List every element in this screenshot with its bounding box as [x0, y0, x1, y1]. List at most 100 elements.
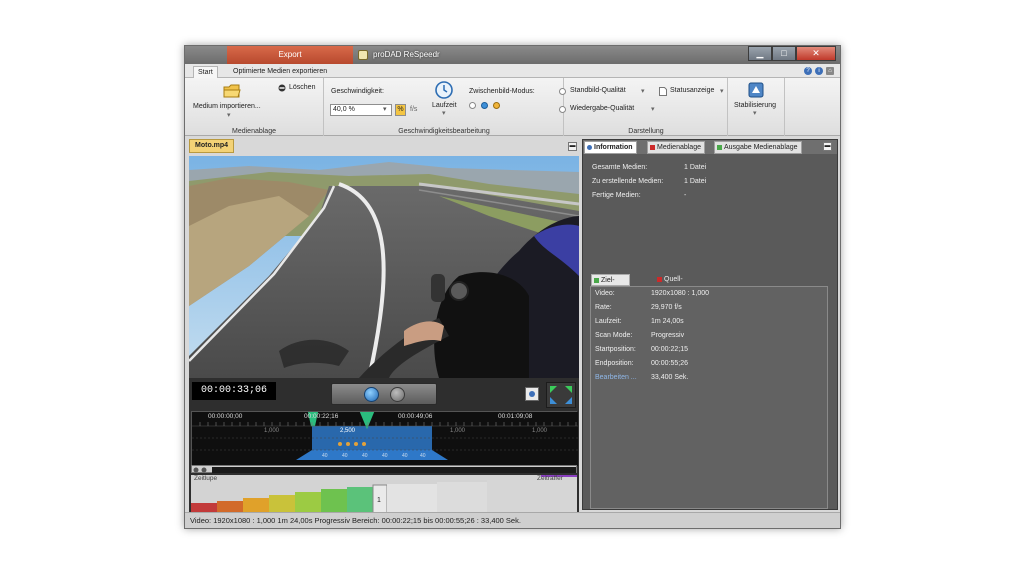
tab-information[interactable]: Information [584, 141, 637, 154]
export-context-tab[interactable]: Export [227, 46, 353, 64]
status-display-dropdown-icon[interactable]: ▾ [720, 87, 724, 95]
player-controls [331, 383, 437, 405]
info-key: Gesamte Medien: [592, 164, 648, 171]
speed-label: Geschwindigkeit: [331, 88, 384, 95]
output-library-icon [717, 145, 722, 150]
media-library-icon [650, 145, 655, 150]
source-media-icon [657, 277, 662, 282]
speed-label-3: 1,000 [532, 428, 548, 434]
playback-quality-dropdown-icon[interactable]: ▾ [651, 105, 655, 113]
fps-mode-button[interactable]: f/s [410, 106, 417, 113]
group-label-medienablage: Medienablage [232, 128, 276, 135]
detail-value: 33,400 Sek. [651, 374, 689, 381]
playback-quality-button[interactable]: Wiedergabe-Qualität [570, 105, 634, 112]
timeline[interactable]: 00:00:00;00 00:00:22;16 00:00:49;06 00:0… [191, 410, 578, 466]
app-logo-icon [358, 50, 368, 60]
video-preview[interactable] [189, 156, 579, 378]
help-icons: ? i ⌂ [804, 67, 834, 75]
interp-mode-option-3[interactable] [493, 102, 500, 109]
detail-key: Video: [595, 290, 615, 297]
status-display-button[interactable]: Statusanzeige [670, 87, 714, 94]
timeline-scrollbar[interactable] [191, 465, 577, 473]
interp-mode-option-2[interactable] [481, 102, 488, 109]
keyframe-label-3: 40 [382, 453, 388, 459]
info-key: Fertige Medien: [592, 192, 641, 199]
import-media-button[interactable]: Medium importieren... [193, 103, 261, 110]
info-icon[interactable]: i [815, 67, 823, 75]
tab-media-library[interactable]: Medienablage [647, 141, 705, 154]
document-icon [659, 87, 667, 96]
options-icon[interactable]: ⌂ [826, 67, 834, 75]
speed-label-0: 1,000 [264, 428, 280, 434]
ruler-label-2: 00:00:49;06 [398, 413, 433, 420]
video-panel-menu-icon[interactable]: ▬ [568, 142, 577, 151]
group-darstellung: Standbild-Qualität ▾ Wiedergabe-Qualität… [559, 78, 728, 136]
snapshot-icon [529, 391, 535, 397]
keyframe-label-2: 40 [362, 453, 368, 459]
detail-key: Startposition: [595, 346, 636, 353]
video-frame-image [189, 156, 579, 378]
ruler-label-0: 00:00:00;00 [208, 413, 243, 420]
close-button[interactable]: ✕ [796, 46, 836, 61]
slow-motion-label: Zeitlupe [194, 475, 218, 482]
timeline-scroll-graphic [193, 467, 576, 473]
detail-value: 29,970 f/s [651, 304, 682, 311]
info-value: 1 Datei [684, 178, 707, 185]
still-quality-dropdown-icon[interactable]: ▾ [641, 87, 645, 95]
speed-dropdown-arrow-icon[interactable]: ▾ [383, 105, 387, 113]
stabilize-button[interactable]: Stabilisierung [734, 102, 776, 109]
speed-label-1: 2,500 [340, 428, 356, 434]
folder-icon[interactable] [223, 83, 241, 99]
play-button[interactable] [364, 387, 379, 402]
minimize-button[interactable]: ▁ [748, 46, 772, 61]
edit-link[interactable]: Bearbeiten ... [595, 374, 637, 381]
info-panel-tabs: Information Medienablage Ausgabe Mediena… [583, 140, 837, 154]
title-bar: Export proDAD ReSpeedr ▁ □ ✕ [185, 46, 840, 64]
interpolation-mode-label: Zwischenbild-Modus: [469, 88, 535, 95]
tab-export-optimized[interactable]: Optimierte Medien exportieren [229, 66, 331, 78]
tab-target-media[interactable]: Ziel-Medium [591, 274, 630, 295]
detail-key: Laufzeit: [595, 318, 622, 325]
import-dropdown-arrow-icon[interactable]: ▾ [227, 111, 231, 119]
selected-speed-value: 1 [377, 497, 381, 504]
info-panel-menu-icon[interactable]: ▬ [823, 142, 832, 151]
stop-button[interactable] [390, 387, 405, 402]
fullscreen-button[interactable] [546, 382, 576, 408]
fullscreen-arrows-icon [550, 386, 572, 404]
playback-quality-icon [559, 106, 566, 113]
speed-curve-panel[interactable]: Zeitlupe Zeitraffer 1 [191, 475, 577, 514]
delete-icon[interactable] [278, 84, 286, 92]
file-tab[interactable]: Moto.mp4 [189, 139, 235, 153]
tab-media-library-label: Medienablage [657, 144, 701, 151]
maximize-button[interactable]: □ [772, 46, 796, 61]
runtime-button[interactable]: Laufzeit [432, 102, 457, 109]
tab-output-library[interactable]: Ausgabe Medienablage [714, 141, 802, 154]
interp-mode-option-1[interactable] [469, 102, 476, 109]
detail-key: Scan Mode: [595, 332, 633, 339]
group-geschwindigkeit: Geschwindigkeit: 40,0 % ▾ % f/s Laufzeit… [325, 78, 564, 136]
stabilize-dropdown-icon[interactable]: ▾ [753, 109, 757, 117]
info-value: 1 Datei [684, 164, 707, 171]
ruler-label-1: 00:00:22;16 [304, 413, 339, 420]
detail-value: 1m 24,00s [651, 318, 684, 325]
group-label-darstellung: Darstellung [628, 128, 664, 135]
runtime-dropdown-arrow-icon[interactable]: ▾ [442, 109, 446, 117]
still-quality-button[interactable]: Standbild-Qualität [570, 87, 626, 94]
window-controls: ▁ □ ✕ [748, 46, 836, 62]
percent-mode-button[interactable]: % [395, 104, 406, 116]
detail-key: Endposition: [595, 360, 634, 367]
help-icon[interactable]: ? [804, 67, 812, 75]
timecode-display: 00:00:33;06 [192, 382, 276, 400]
tab-output-library-label: Ausgabe Medienablage [724, 144, 798, 151]
still-quality-icon [559, 88, 566, 95]
clock-icon[interactable] [435, 81, 453, 99]
detail-value: 00:00:22;15 [651, 346, 688, 353]
delete-button[interactable]: Löschen [289, 84, 315, 91]
snapshot-button[interactable] [525, 387, 539, 401]
keyframe-label-4: 40 [402, 453, 408, 459]
speed-curve-graphic [191, 475, 577, 514]
stabilize-icon[interactable] [748, 82, 764, 98]
tab-source-media[interactable]: Quell-Medium [655, 274, 692, 294]
info-value: - [684, 192, 687, 199]
tab-start[interactable]: Start [193, 66, 218, 78]
